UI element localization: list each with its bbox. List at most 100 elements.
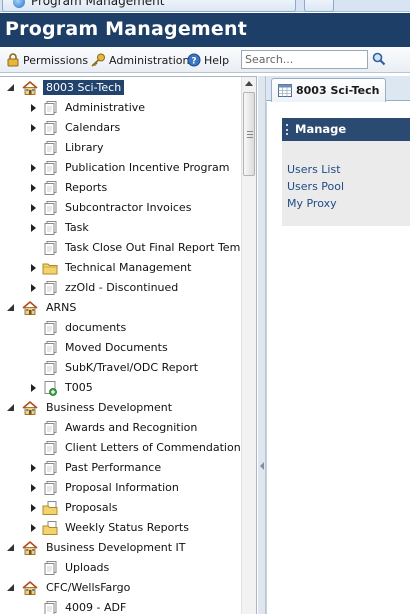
tab-8003-sci-tech[interactable]: 8003 Sci-Tech: [271, 78, 386, 102]
expanded-triangle-icon[interactable]: [6, 582, 16, 594]
folder-documents-icon: [42, 500, 58, 516]
tree-list-item[interactable]: Technical Management: [0, 258, 240, 278]
users-list-link[interactable]: Users List: [287, 163, 341, 176]
collapsed-triangle-icon[interactable]: [28, 482, 38, 494]
tree-list-item[interactable]: Client Letters of Commendation: [0, 438, 241, 458]
tree-list-item[interactable]: Subcontractor Invoices: [0, 198, 240, 218]
tree-list-item[interactable]: Library: [0, 138, 240, 158]
scroll-up-arrow-icon[interactable]: [245, 81, 253, 86]
tree-item-label: T005: [65, 381, 93, 394]
tree-list-item[interactable]: T005: [0, 378, 240, 398]
document-library-icon: [42, 100, 58, 116]
tab-label: 8003 Sci-Tech: [296, 84, 380, 97]
tree-site-node[interactable]: Business Development IT: [0, 538, 240, 558]
tree-list-item[interactable]: Past Performance: [0, 458, 240, 478]
collapsed-triangle-icon[interactable]: [28, 222, 38, 234]
tree-list-item[interactable]: Administrative: [0, 98, 240, 118]
tree-site-node[interactable]: CFC/WellsFargo: [0, 578, 240, 598]
collapsed-triangle-icon[interactable]: [28, 382, 38, 394]
tree-item-label: 4009 - ADF: [65, 601, 127, 614]
expanded-triangle-icon[interactable]: [6, 302, 16, 314]
window-tab[interactable]: Program Management: [2, 0, 296, 12]
search-input[interactable]: [241, 50, 368, 69]
users-pool-link[interactable]: Users Pool: [287, 180, 344, 193]
content-pane: 8003 Sci-Tech Manage Users List Users Po…: [266, 76, 410, 614]
tree-site-node[interactable]: Business Development: [0, 398, 240, 418]
collapsed-triangle-icon[interactable]: [28, 102, 38, 114]
my-proxy-link[interactable]: My Proxy: [287, 197, 337, 210]
tree-list-item[interactable]: documents: [0, 318, 240, 338]
collapsed-triangle-icon[interactable]: [28, 162, 38, 174]
tree-list-item[interactable]: Moved Documents: [0, 338, 240, 358]
panel-splitter[interactable]: [258, 76, 266, 614]
page-title: Program Management: [5, 18, 248, 40]
collapsed-triangle-icon[interactable]: [28, 522, 38, 534]
tree-list-item[interactable]: Proposal Information: [0, 478, 240, 498]
tree-item-label: ARNS: [46, 301, 77, 314]
tree-item-label: Technical Management: [65, 261, 192, 274]
manage-panel-header: Manage: [282, 118, 410, 141]
collapsed-triangle-icon[interactable]: [28, 462, 38, 474]
document-library-icon: [42, 360, 58, 376]
tree-item-label: zzOld - Discontinued: [65, 281, 179, 294]
administration-button[interactable]: Administration: [90, 52, 190, 68]
expanded-triangle-icon[interactable]: [6, 82, 16, 94]
tree-item-label: Task Close Out Final Report Templ: [65, 241, 251, 254]
help-button[interactable]: ? Help: [187, 52, 229, 68]
tree-item-label: Moved Documents: [65, 341, 168, 354]
tree-item-label: documents: [65, 321, 127, 334]
tree-item-label: Proposals: [65, 501, 118, 514]
document-library-icon: [42, 180, 58, 196]
expanded-triangle-icon[interactable]: [6, 402, 16, 414]
collapsed-triangle-icon[interactable]: [28, 202, 38, 214]
tree-list-item[interactable]: zzOld - Discontinued: [0, 278, 240, 298]
tree-list-item[interactable]: 4009 - ADF: [0, 598, 240, 614]
site-home-icon: [22, 400, 38, 416]
tree-site-node[interactable]: 8003 Sci-Tech: [0, 78, 240, 98]
tree-list-item[interactable]: Reports: [0, 178, 240, 198]
tree-list-item[interactable]: Uploads: [0, 558, 240, 578]
expanded-triangle-icon[interactable]: [6, 542, 16, 554]
tree-list-item[interactable]: Proposals: [0, 498, 240, 518]
help-icon: ?: [187, 53, 201, 67]
collapsed-triangle-icon[interactable]: [28, 502, 38, 514]
window-tab-title: Program Management: [31, 0, 165, 8]
collapse-left-arrow-icon[interactable]: [260, 462, 264, 470]
tree-item-label: Subcontractor Invoices: [65, 201, 192, 214]
collapsed-triangle-icon[interactable]: [28, 262, 38, 274]
calendar-grid-icon: [278, 84, 292, 97]
tree-item-label: CFC/WellsFargo: [46, 581, 131, 594]
tree-list-item[interactable]: Task: [0, 218, 240, 238]
tree-list-item[interactable]: Calendars: [0, 118, 240, 138]
new-tab-button[interactable]: [304, 0, 334, 12]
site-home-icon: [22, 300, 38, 316]
tree-vertical-scrollbar[interactable]: [241, 77, 256, 614]
site-home-icon: [22, 580, 38, 596]
search-icon[interactable]: [372, 52, 386, 66]
tree-list-item[interactable]: SubK/Travel/ODC Report: [0, 358, 240, 378]
permissions-button[interactable]: Permissions: [6, 52, 88, 68]
tree-item-label: Proposal Information: [65, 481, 179, 494]
tree-item-label: Business Development IT: [46, 541, 186, 554]
document-library-icon: [42, 320, 58, 336]
permissions-label: Permissions: [23, 53, 89, 67]
page-add-icon: [42, 380, 58, 396]
collapsed-triangle-icon[interactable]: [28, 182, 38, 194]
collapsed-triangle-icon[interactable]: [28, 282, 38, 294]
tree-item-label: SubK/Travel/ODC Report: [65, 361, 199, 374]
tree-item-label: Administrative: [65, 101, 146, 114]
tree-list-item[interactable]: Publication Incentive Program: [0, 158, 240, 178]
tree-item-label: Publication Incentive Program: [65, 161, 230, 174]
document-library-icon: [42, 340, 58, 356]
tree-site-node[interactable]: ARNS: [0, 298, 240, 318]
tree-item-label: Past Performance: [65, 461, 162, 474]
tree-list-item[interactable]: Weekly Status Reports: [0, 518, 240, 538]
collapsed-triangle-icon[interactable]: [28, 122, 38, 134]
document-library-icon: [42, 280, 58, 296]
scroll-thumb[interactable]: [243, 92, 255, 176]
tree-list-item[interactable]: Awards and Recognition: [0, 418, 240, 438]
document-library-icon: [42, 220, 58, 236]
manage-panel: Manage Users List Users Pool My Proxy: [282, 118, 410, 226]
tree-list-item[interactable]: Task Close Out Final Report Templ: [0, 238, 250, 258]
site-tree-panel: 8003 Sci-Tech Administrative Calendars Libr…: [0, 76, 257, 614]
